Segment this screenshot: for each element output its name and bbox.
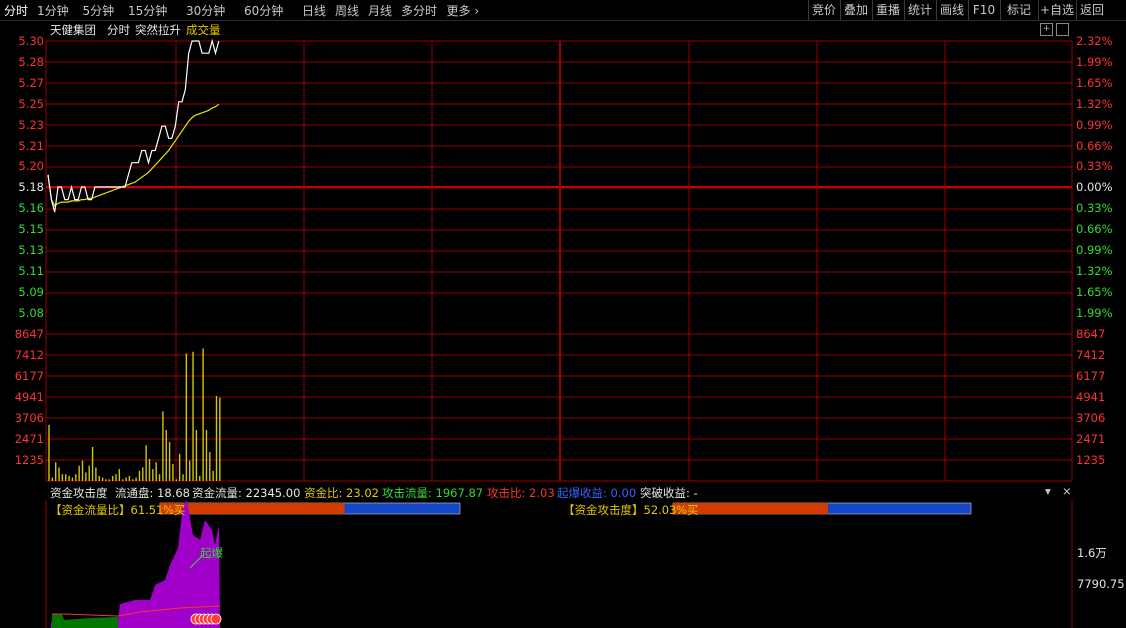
indicator-value: 攻击流量: 1967.87 bbox=[382, 486, 484, 500]
volume-label: 成交量 bbox=[186, 23, 221, 37]
pct-axis-label: 1.65% bbox=[1076, 76, 1113, 90]
avg-price-line bbox=[47, 103, 220, 207]
pct-axis-ref: 0.00% bbox=[1076, 180, 1113, 194]
flow-ratio-pct: %买 bbox=[163, 503, 186, 517]
volume-axis-label-right: 6177 bbox=[1076, 369, 1106, 383]
price-axis-label: 5.08 bbox=[18, 306, 44, 320]
pct-axis-label: 1.65% bbox=[1076, 285, 1113, 299]
pct-axis-label: 1.32% bbox=[1076, 97, 1113, 111]
pct-axis-label: 1.99% bbox=[1076, 55, 1113, 69]
flow-ratio-bar bbox=[159, 502, 461, 515]
pct-axis-label: 0.66% bbox=[1076, 139, 1113, 153]
volume-axis-label-right: 8647 bbox=[1076, 327, 1106, 341]
indicator-value: 突破收益: - bbox=[640, 486, 698, 500]
price-axis-label: 5.20 bbox=[18, 159, 44, 173]
attack-degree-pct: %买 bbox=[676, 503, 699, 517]
indicator-name: 突然拉升 bbox=[135, 23, 181, 37]
stock-name: 天健集团 bbox=[50, 23, 96, 37]
pct-axis-label: 0.99% bbox=[1076, 243, 1113, 257]
price-axis-ref: 5.18 bbox=[18, 180, 44, 194]
volume-axis-label-right: 4941 bbox=[1076, 390, 1106, 404]
pct-axis-label: 1.32% bbox=[1076, 264, 1113, 278]
intraday-chart bbox=[45, 38, 1073, 628]
sub-axis-top: 1.6万 bbox=[1077, 546, 1107, 560]
indicator-value: 流通盘: 18.68 bbox=[115, 486, 190, 500]
volume-axis-label: 3706 bbox=[14, 411, 44, 425]
flow-ratio-label: 【资金流量比】61.51 bbox=[50, 503, 164, 517]
window-icon[interactable] bbox=[1056, 23, 1069, 36]
close-icon[interactable]: × bbox=[1062, 484, 1072, 498]
price-axis-label: 5.30 bbox=[18, 34, 44, 48]
price-axis-label: 5.09 bbox=[18, 285, 44, 299]
expand-icon[interactable]: + bbox=[1040, 23, 1053, 36]
view-label: 分时 bbox=[107, 23, 130, 37]
volume-axis-label: 7412 bbox=[14, 348, 44, 362]
pct-axis-label: 0.33% bbox=[1076, 159, 1113, 173]
price-axis-label: 5.21 bbox=[18, 139, 44, 153]
pct-axis-label: 1.99% bbox=[1076, 306, 1113, 320]
price-axis-label: 5.27 bbox=[18, 76, 44, 90]
pct-axis-label: 2.32% bbox=[1076, 34, 1113, 48]
volume-axis-label: 1235 bbox=[14, 453, 44, 467]
volume-axis-label: 8647 bbox=[14, 327, 44, 341]
price-axis-label: 5.16 bbox=[18, 201, 44, 215]
volume-axis-label-right: 3706 bbox=[1076, 411, 1106, 425]
pct-axis-label: 0.99% bbox=[1076, 118, 1113, 132]
sub-axis-bottom: 7790.75 bbox=[1077, 577, 1125, 591]
indicator-value: 攻击比: 2.03 bbox=[487, 486, 555, 500]
signal-label: 起爆 bbox=[200, 546, 223, 560]
price-axis-label: 5.28 bbox=[18, 55, 44, 69]
price-axis-label: 5.15 bbox=[18, 222, 44, 236]
price-axis-label: 5.11 bbox=[18, 264, 44, 278]
dropdown-icon[interactable]: ▾ bbox=[1045, 484, 1051, 498]
indicator-value: 资金比: 23.02 bbox=[304, 486, 379, 500]
pct-axis-label: 0.33% bbox=[1076, 201, 1113, 215]
indicator-bar-name: 资金攻击度 bbox=[50, 486, 108, 500]
price-axis-label: 5.25 bbox=[18, 97, 44, 111]
volume-axis-label-right: 1235 bbox=[1076, 453, 1106, 467]
pct-axis-label: 0.66% bbox=[1076, 222, 1113, 236]
attack-degree-bar bbox=[672, 502, 972, 515]
price-axis-label: 5.13 bbox=[18, 243, 44, 257]
volume-axis-label: 4941 bbox=[14, 390, 44, 404]
indicator-value: 资金流量: 22345.00 bbox=[192, 486, 301, 500]
volume-axis-label: 2471 bbox=[14, 432, 44, 446]
attack-degree-label: 【资金攻击度】52.03 bbox=[563, 503, 677, 517]
price-axis-label: 5.23 bbox=[18, 118, 44, 132]
indicator-value: 起爆收益: 0.00 bbox=[557, 486, 637, 500]
signal-dot-icon bbox=[210, 613, 222, 625]
volume-axis-label-right: 2471 bbox=[1076, 432, 1106, 446]
volume-axis-label: 6177 bbox=[14, 369, 44, 383]
volume-axis-label-right: 7412 bbox=[1076, 348, 1106, 362]
